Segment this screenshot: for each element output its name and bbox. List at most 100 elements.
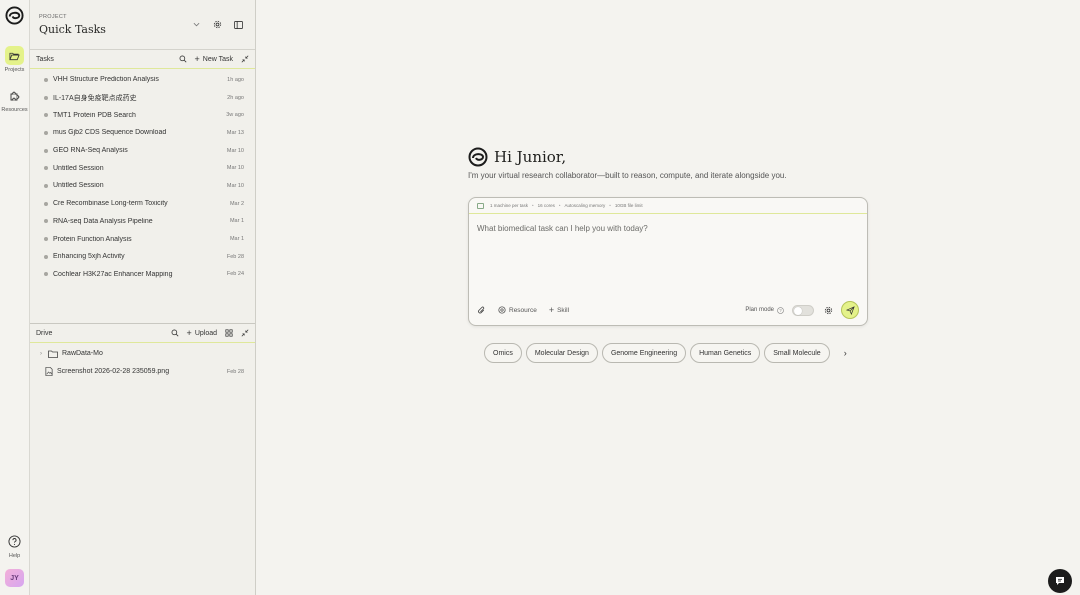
meta-file-limit: 10GB file limit [614,203,643,208]
task-time: Mar 10 [226,165,244,172]
main-panel: Hi Junior, I'm your virtual research col… [256,0,1080,595]
image-file-icon [45,367,53,376]
grid-view-button[interactable] [225,329,233,337]
drive-search-button[interactable] [171,329,179,337]
task-name: Protein Function Analysis [53,235,132,243]
resource-icon [498,306,506,314]
task-row[interactable]: Protein Function Analysis Mar 1 [30,230,255,248]
resource-label: Resource [509,306,537,314]
task-row[interactable]: Enhancing 5xjh Activity Feb 28 [30,248,255,266]
sidebar-toggle-icon[interactable] [233,19,244,30]
rail-resources-button[interactable]: Resources [0,86,29,113]
app-logo-icon[interactable] [5,6,24,25]
greeting-subtitle: I'm your virtual research collaborator—b… [468,171,787,180]
meta-memory: Autoscaling memory [564,203,606,208]
task-name: Enhancing 5xjh Activity [53,253,125,261]
tasks-header: Tasks + New Task [30,50,255,69]
task-row[interactable]: IL-17A自身免疫靶点成药史 2h ago [30,89,255,107]
plan-mode: Plan mode ? [745,304,814,316]
plus-icon: + [194,54,200,64]
task-row[interactable]: Cochlear H3K27ac Enhancer Mapping Feb 24 [30,266,255,284]
project-name[interactable]: Quick Tasks [39,23,106,36]
drive-item-name: RawData-Mo [62,350,103,358]
search-icon [179,55,186,63]
drive-title: Drive [36,329,53,337]
plan-mode-label: Plan mode [745,307,774,313]
rail-projects-button[interactable]: Projects [0,46,29,73]
task-name: Cochlear H3K27ac Enhancer Mapping [53,270,173,278]
task-time: Mar 10 [226,147,244,154]
task-time: Feb 28 [226,253,244,260]
tasks-collapse-button[interactable] [241,55,249,63]
task-status-dot [44,237,48,242]
chevron-right-icon[interactable]: › [844,348,847,358]
project-header: PROJECT Quick Tasks [30,0,255,50]
task-name: mus Gjb2 CDS Sequence Download [53,129,167,137]
info-icon[interactable]: ? [777,306,784,314]
drive-item-time: Feb 28 [226,368,244,375]
task-name: VHH Structure Prediction Analysis [53,76,159,84]
composer-settings-button[interactable] [824,306,833,315]
machine-icon [477,202,484,209]
send-icon [845,305,855,315]
task-row[interactable]: Cre Recombinase Long-term Toxicity Mar 2 [30,195,255,213]
chat-icon [1056,577,1064,585]
drive-collapse-button[interactable] [241,329,249,337]
task-time: 1h ago [227,76,244,83]
upload-label: Upload [194,329,217,337]
compute-meta-bar: 1 machine per task • 16 cores • Autoscal… [469,198,867,214]
project-label: PROJECT [39,14,67,20]
upload-button[interactable]: + Upload [187,328,217,338]
task-row[interactable]: Untitled Session Mar 10 [30,159,255,177]
task-status-dot [44,166,48,171]
gear-icon [824,306,833,314]
task-status-dot [44,77,48,82]
collapse-icon [241,55,249,63]
app-logo-icon [468,147,488,167]
chip-genome-engineering[interactable]: Genome Engineering [601,343,687,363]
task-time: Mar 1 [229,236,244,243]
task-name: Untitled Session [53,182,104,190]
chevron-right-icon[interactable]: › [40,351,48,357]
puzzle-icon [5,86,24,105]
chip-small-molecule[interactable]: Small Molecule [764,343,830,363]
task-time: Feb 24 [226,271,244,278]
task-status-dot [44,130,48,135]
avatar[interactable]: JY [5,569,24,587]
prompt-input[interactable]: What biomedical task can I help you with… [477,224,648,233]
task-row[interactable]: GEO RNA-Seq Analysis Mar 10 [30,142,255,160]
drive-file-row[interactable]: Screenshot 2026-02-28 235059.png Feb 28 [30,363,255,381]
chip-human-genetics[interactable]: Human Genetics [690,343,761,363]
attach-button[interactable] [477,306,486,315]
task-row[interactable]: VHH Structure Prediction Analysis 1h ago [30,71,255,89]
tasks-search-button[interactable] [179,55,187,63]
new-task-button[interactable]: + New Task [195,54,233,64]
gear-icon[interactable] [212,19,223,30]
chip-omics[interactable]: Omics [484,343,522,363]
chat-support-button[interactable] [1048,569,1072,593]
task-time: Mar 13 [226,129,244,136]
category-chips: Omics Molecular Design Genome Engineerin… [484,343,847,363]
chevron-down-icon[interactable] [191,19,202,30]
resource-button[interactable]: Resource [498,306,537,314]
plan-mode-toggle[interactable] [792,304,814,316]
task-name: Cre Recombinase Long-term Toxicity [53,200,168,208]
help-circle-icon [5,532,24,551]
task-row[interactable]: mus Gjb2 CDS Sequence Download Mar 13 [30,124,255,142]
chip-molecular-design[interactable]: Molecular Design [525,343,598,363]
new-task-label: New Task [202,55,233,63]
skill-button[interactable]: + Skill [549,305,569,315]
task-row[interactable]: TMT1 Protein PDB Search 3w ago [30,106,255,124]
task-status-dot [44,254,48,259]
composer: 1 machine per task • 16 cores • Autoscal… [468,197,868,326]
task-list: VHH Structure Prediction Analysis 1h ago I… [30,69,255,324]
grid-icon [225,329,233,337]
task-status-dot [44,113,48,118]
task-name: RNA-seq Data Analysis Pipeline [53,217,153,225]
send-button[interactable] [841,301,859,319]
task-row[interactable]: RNA-seq Data Analysis Pipeline Mar 1 [30,213,255,231]
rail-help-button[interactable]: Help [0,532,29,559]
meta-separator: • [609,203,611,208]
drive-folder-row[interactable]: › RawData-Mo [30,345,255,363]
task-row[interactable]: Untitled Session Mar 10 [30,177,255,195]
